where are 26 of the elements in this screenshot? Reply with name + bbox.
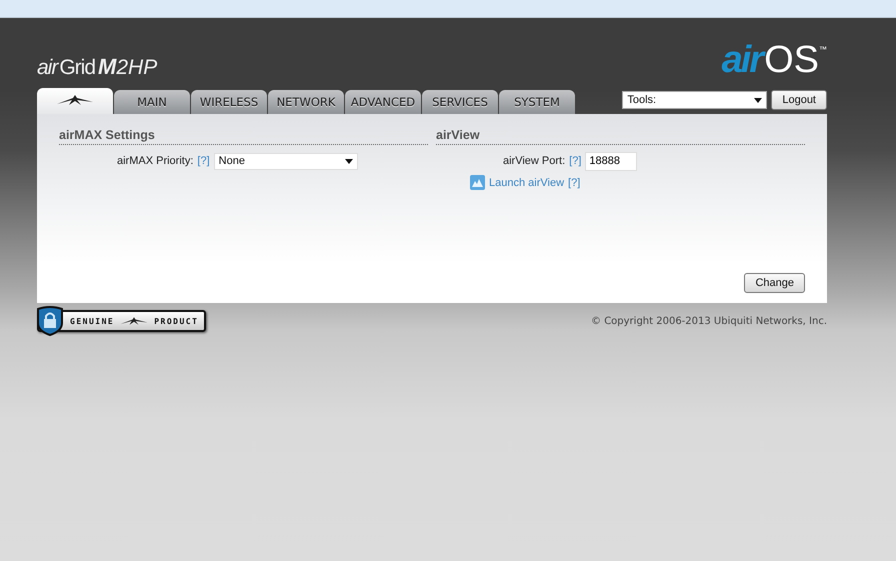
- tab[interactable]: NETWORK: [268, 90, 344, 114]
- airview-icon: [470, 175, 485, 190]
- change-button[interactable]: Change: [744, 273, 805, 293]
- logout-button[interactable]: Logout: [771, 90, 827, 110]
- section-title: airMAX Settings: [59, 128, 428, 145]
- badge-text: PRODUCT: [154, 316, 198, 326]
- help-link[interactable]: [?]: [568, 176, 580, 188]
- section-title: airView: [436, 128, 805, 145]
- antenna-icon: [55, 94, 95, 106]
- tab[interactable]: WIRELESS: [191, 90, 267, 114]
- airos-logo: airOS™: [722, 39, 827, 83]
- tab[interactable]: SYSTEM: [499, 90, 575, 114]
- tab[interactable]: SERVICES: [422, 90, 498, 114]
- field-label: airView Port:: [503, 155, 566, 167]
- antenna-icon: [119, 316, 150, 326]
- badge-text: GENUINE: [70, 316, 114, 326]
- tab[interactable]: ADVANCED: [345, 90, 421, 114]
- field-label: airMAX Priority:: [117, 155, 194, 167]
- priority-dropdown[interactable]: None: [214, 152, 358, 170]
- launch-link[interactable]: Launch airView: [489, 176, 564, 188]
- copyright-text: © Copyright 2006-2013 Ubiquiti Networks, Inc.: [591, 316, 827, 326]
- tools-dropdown[interactable]: Tools:: [622, 91, 768, 109]
- tab[interactable]: [37, 88, 113, 114]
- tab[interactable]: MAIN: [114, 90, 190, 114]
- port-field[interactable]: 18888: [585, 152, 638, 170]
- product-logo: airGridM2HP: [37, 54, 158, 81]
